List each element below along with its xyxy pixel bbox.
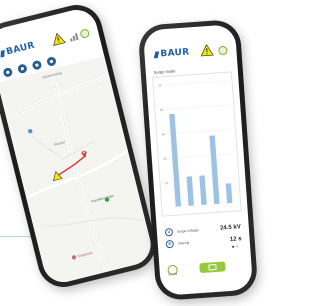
product-showcase: BAUR Grootmoeng Ranzel Kapellenstraße Kr… xyxy=(0,0,260,306)
page-indicator[interactable] xyxy=(232,245,239,248)
y-tick-label: 40 xyxy=(160,108,164,112)
layers-icon[interactable] xyxy=(2,66,14,78)
warning-triangle-icon[interactable] xyxy=(200,43,214,57)
surge-chart: 50 40 30 20 10 xyxy=(152,71,242,217)
brand-logo: BAUR xyxy=(0,41,36,59)
logo-mark-icon xyxy=(153,51,159,58)
list-icon[interactable] xyxy=(31,59,43,71)
grid-line xyxy=(166,129,232,135)
signal-icon xyxy=(69,32,79,42)
brand-logo: BAUR xyxy=(153,47,190,59)
chart-bar xyxy=(225,183,233,204)
status-icon[interactable] xyxy=(218,45,228,56)
timer-icon: ⏱ xyxy=(165,239,175,249)
start-button[interactable] xyxy=(199,261,226,274)
chart-bar xyxy=(199,175,207,205)
chart-bar xyxy=(169,113,182,207)
chart-title: Surge mode xyxy=(153,68,176,75)
y-tick-label: 50 xyxy=(158,83,162,87)
grid-line xyxy=(163,80,228,86)
chart-canvas: 50 40 30 20 10 xyxy=(158,80,235,207)
bottom-bar: Set dat xyxy=(165,254,246,282)
y-tick-label: 10 xyxy=(165,181,169,185)
metric-value: 24.5 kV xyxy=(219,224,241,232)
grid-line xyxy=(165,104,230,110)
map-view[interactable]: Grootmoeng Ranzel Kapellenstraße Kroppac… xyxy=(0,56,156,287)
people-icon[interactable] xyxy=(46,56,57,67)
hint-label: Set dat xyxy=(167,271,178,277)
phone-chart: BAUR Surge mode 50 40 30 20 10 U Surge volta… xyxy=(137,18,259,302)
chart-bar xyxy=(186,176,194,206)
warning-triangle-icon[interactable] xyxy=(50,31,66,46)
status-icon[interactable] xyxy=(79,28,91,40)
logo-text: BAUR xyxy=(160,47,190,60)
chart-bar xyxy=(209,135,220,205)
y-tick-label: 20 xyxy=(163,157,167,161)
chart-screen: BAUR Surge mode 50 40 30 20 10 U Surge volta… xyxy=(142,24,254,296)
y-tick-label: 30 xyxy=(161,132,165,136)
phone-map: BAUR Grootmoeng Ranzel Kapellenstraße Kr… xyxy=(0,0,162,293)
metric-label: Surge voltage xyxy=(176,228,199,234)
grid-line xyxy=(168,153,233,159)
metric-value: 12 s xyxy=(229,236,242,243)
map-screen: BAUR Grootmoeng Ranzel Kapellenstraße Kr… xyxy=(0,5,156,287)
app-header: BAUR xyxy=(143,24,237,66)
grid-icon[interactable] xyxy=(16,63,28,75)
voltage-icon: U xyxy=(164,227,174,237)
logo-text: BAUR xyxy=(5,40,36,58)
metric-label: Interval xyxy=(177,240,190,246)
map-roads xyxy=(1,64,146,273)
